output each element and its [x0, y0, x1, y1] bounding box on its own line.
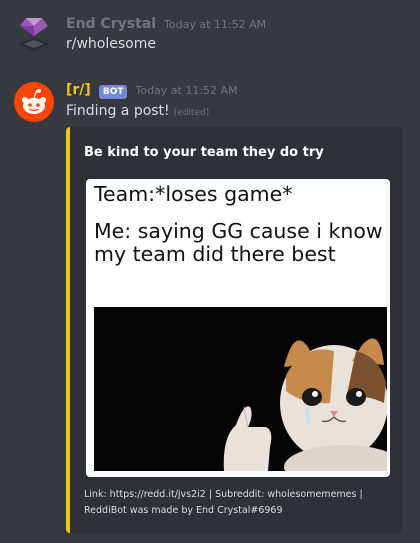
- embed-footer-line2: ReddiBot was made by End Crystal#6969: [84, 505, 283, 516]
- embed-title[interactable]: Be kind to your team they do try: [84, 145, 392, 160]
- crying-cat-thumbs-up-photo: [94, 307, 387, 471]
- message-text: r/wholesome: [66, 36, 156, 52]
- embed-footer: Link: https://redd.it/jvs2i2 | Subreddit…: [84, 487, 392, 519]
- message-group-end-crystal: End Crystal Today at 11:52 AM r/wholesom…: [0, 0, 420, 70]
- timestamp: Today at 11:52 AM: [135, 84, 238, 97]
- message-text: Finding a post! (edited): [66, 103, 412, 119]
- embed-image[interactable]: Team:*loses game* Me: saying GG cause i …: [86, 179, 390, 477]
- message-text-content: Finding a post!: [66, 103, 170, 119]
- timestamp: Today at 11:52 AM: [164, 18, 267, 31]
- username[interactable]: [r/]: [66, 82, 91, 98]
- embed-card: Be kind to your team they do try Team:*l…: [66, 127, 402, 533]
- embed-footer-line1: Link: https://redd.it/jvs2i2 | Subreddit…: [84, 489, 363, 500]
- avatar[interactable]: [14, 14, 54, 54]
- meme-caption-line2: Me: saying GG cause i know my team did t…: [94, 219, 383, 266]
- avatar[interactable]: [14, 82, 54, 122]
- bot-badge: BOT: [98, 85, 128, 99]
- purple-crystal-icon: [18, 18, 50, 52]
- meme-caption: Team:*loses game* Me: saying GG cause i …: [94, 183, 384, 266]
- meme-caption-line1: Team:*loses game*: [94, 182, 293, 206]
- reddit-alien-icon: [14, 82, 54, 122]
- edited-label: (edited): [173, 108, 210, 118]
- username[interactable]: End Crystal: [66, 16, 156, 32]
